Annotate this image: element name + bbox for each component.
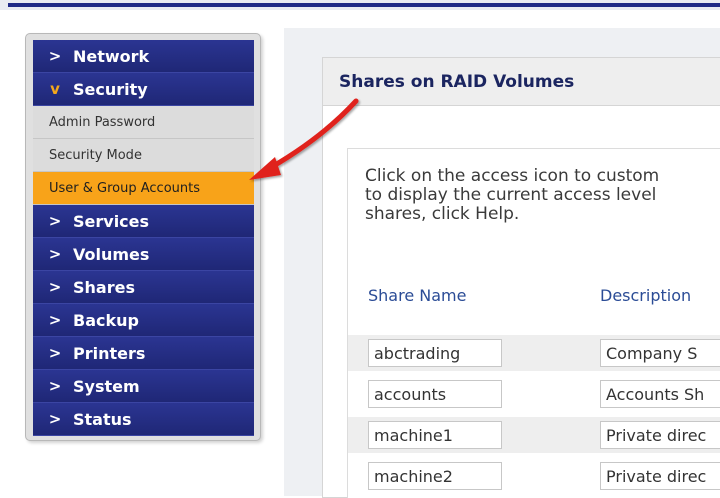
subnav-label: User & Group Accounts [49,180,201,196]
table-row [348,458,720,494]
nav-item-backup[interactable]: > Backup [33,304,254,337]
nav-item-label: Status [73,409,132,429]
nav-item-label: Backup [73,310,139,330]
nav-item-label: Security [73,79,148,99]
share-description-field[interactable] [600,421,720,449]
subnav-user-group-accounts[interactable]: User & Group Accounts [33,172,254,205]
nav-item-network[interactable]: > Network [33,40,254,73]
table-row [348,376,720,412]
nav-item-label: Volumes [73,244,150,264]
nav-item-system[interactable]: > System [33,370,254,403]
help-line: Click on the access icon to custom [365,167,660,186]
nav-item-status[interactable]: > Status [33,403,254,436]
top-accent-stripe [8,3,720,7]
nav-item-label: Printers [73,343,146,363]
chevron-right-icon: > [48,47,62,65]
table-row [348,335,720,371]
nav-menu: > Network v Security Admin Password Secu… [33,40,254,436]
help-text: Click on the access icon to custom to di… [365,167,720,224]
subnav-admin-password[interactable]: Admin Password [33,106,254,139]
subnav-label: Admin Password [49,114,156,130]
nav-item-label: System [73,376,140,396]
nav-item-label: Shares [73,277,135,297]
nav-item-security[interactable]: v Security [33,73,254,106]
chevron-down-icon: v [50,80,60,98]
chevron-right-icon: > [48,344,62,362]
chevron-right-icon: > [48,245,62,263]
help-line: to display the current access level [365,186,657,205]
window-top-bar [0,0,720,10]
table-row [348,417,720,453]
subnav-label: Security Mode [49,147,142,163]
subnav-security-mode[interactable]: Security Mode [33,139,254,172]
share-description-field[interactable] [600,462,720,490]
share-description-field[interactable] [600,380,720,408]
share-name-field[interactable] [368,380,502,408]
nav-item-printers[interactable]: > Printers [33,337,254,370]
chevron-right-icon: > [48,212,62,230]
nav-item-volumes[interactable]: > Volumes [33,238,254,271]
chevron-right-icon: > [48,410,62,428]
nav-item-label: Network [73,46,150,66]
share-name-field[interactable] [368,421,502,449]
nav-item-services[interactable]: > Services [33,205,254,238]
shares-content: Click on the access icon to custom to di… [347,148,720,498]
nav-item-label: Services [73,211,150,231]
chevron-right-icon: > [48,311,62,329]
chevron-right-icon: > [48,278,62,296]
nav-item-shares[interactable]: > Shares [33,271,254,304]
panel-title: Shares on RAID Volumes [323,58,720,106]
column-header-share-name: Share Name [368,286,467,305]
share-description-field[interactable] [600,339,720,367]
share-name-field[interactable] [368,339,502,367]
chevron-right-icon: > [48,377,62,395]
help-line: shares, click Help. [365,205,520,224]
share-name-field[interactable] [368,462,502,490]
column-header-description: Description [600,286,692,305]
shares-panel: Shares on RAID Volumes Click on the acce… [322,57,720,498]
sidebar: > Network v Security Admin Password Secu… [25,33,261,441]
